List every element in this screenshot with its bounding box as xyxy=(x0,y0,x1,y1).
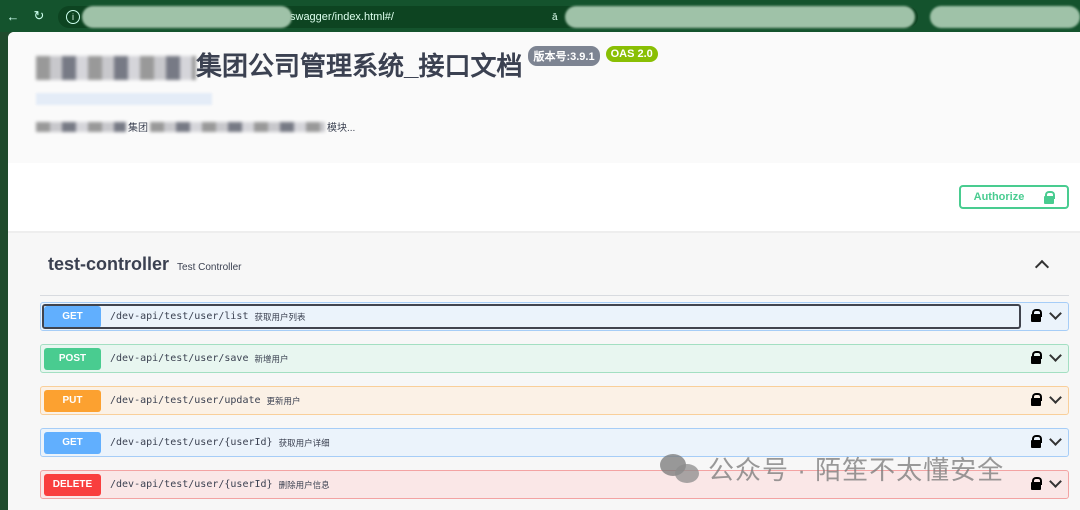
chevron-down-icon[interactable] xyxy=(1049,474,1062,488)
operation-row[interactable]: PUT/dev-api/test/user/update 更新用户 xyxy=(40,386,1069,415)
lock-icon[interactable] xyxy=(1031,435,1042,448)
operation-summary: 新增用户 xyxy=(254,353,289,364)
back-icon[interactable]: ← xyxy=(0,9,26,24)
operation-path: /dev-api/test/user/{userId} xyxy=(110,437,273,448)
chevron-down-icon[interactable] xyxy=(1049,432,1062,446)
swagger-page: 集团公司管理系统_接口文档 版本号:3.9.1 OAS 2.0 集团 模块... … xyxy=(8,32,1080,510)
lock-icon[interactable] xyxy=(1031,477,1042,490)
lock-icon[interactable] xyxy=(1031,393,1042,406)
redacted-link[interactable] xyxy=(36,93,212,105)
operation-row[interactable]: GET/dev-api/test/user/list 获取用户列表 xyxy=(40,302,1069,331)
controller-name: test-controller xyxy=(48,253,170,274)
method-badge: GET xyxy=(44,431,101,454)
read-aloud-icon[interactable]: ā xyxy=(552,12,558,23)
lock-icon[interactable] xyxy=(1031,351,1042,364)
info-section: 集团公司管理系统_接口文档 版本号:3.9.1 OAS 2.0 集团 模块... xyxy=(8,32,1080,163)
operation-summary: 更新用户 xyxy=(266,395,301,406)
page-title: 集团公司管理系统_接口文档 xyxy=(36,46,522,83)
operation-path: /dev-api/test/user/update xyxy=(110,395,261,406)
url-text: swagger/index.html#/ xyxy=(290,11,394,23)
method-badge: PUT xyxy=(44,389,101,412)
oas-badge: OAS 2.0 xyxy=(605,46,658,62)
wechat-icon xyxy=(660,453,700,484)
authorize-button[interactable]: Authorize xyxy=(959,185,1069,209)
redacted-toolbar xyxy=(930,6,1080,28)
info-icon: i xyxy=(66,10,80,24)
lock-icon xyxy=(1044,190,1056,204)
chevron-down-icon[interactable] xyxy=(1049,306,1062,320)
redacted-title xyxy=(36,56,196,81)
operation-path: /dev-api/test/user/{userId} xyxy=(110,479,273,490)
controller-header[interactable]: test-controller Test Controller xyxy=(40,233,1069,296)
chevron-down-icon[interactable] xyxy=(1049,390,1062,404)
watermark: 公众号 · 陌笙不太懂安全 xyxy=(660,450,1004,487)
method-badge: DELETE xyxy=(44,473,101,496)
redacted-toolbar xyxy=(565,6,915,28)
chevron-down-icon[interactable] xyxy=(1049,348,1062,362)
operation-summary: 获取用户详细 xyxy=(278,437,330,448)
version-badge: 版本号:3.9.1 xyxy=(528,46,600,66)
method-badge: POST xyxy=(44,347,101,370)
scheme-container: Authorize xyxy=(8,163,1080,233)
redacted-url xyxy=(82,6,292,28)
lock-icon[interactable] xyxy=(1031,309,1042,322)
chevron-up-icon[interactable] xyxy=(1034,259,1050,274)
controller-description: Test Controller xyxy=(177,261,242,273)
operation-path: /dev-api/test/user/save xyxy=(110,353,249,364)
browser-toolbar: ← ↻ i swagger/index.html#/ ā xyxy=(0,0,1080,32)
focus-outline xyxy=(42,304,1021,329)
operation-summary: 删除用户信息 xyxy=(278,479,330,490)
description: 集团 模块... xyxy=(36,119,1080,134)
reload-icon[interactable]: ↻ xyxy=(26,8,52,24)
operation-row[interactable]: POST/dev-api/test/user/save 新增用户 xyxy=(40,344,1069,373)
